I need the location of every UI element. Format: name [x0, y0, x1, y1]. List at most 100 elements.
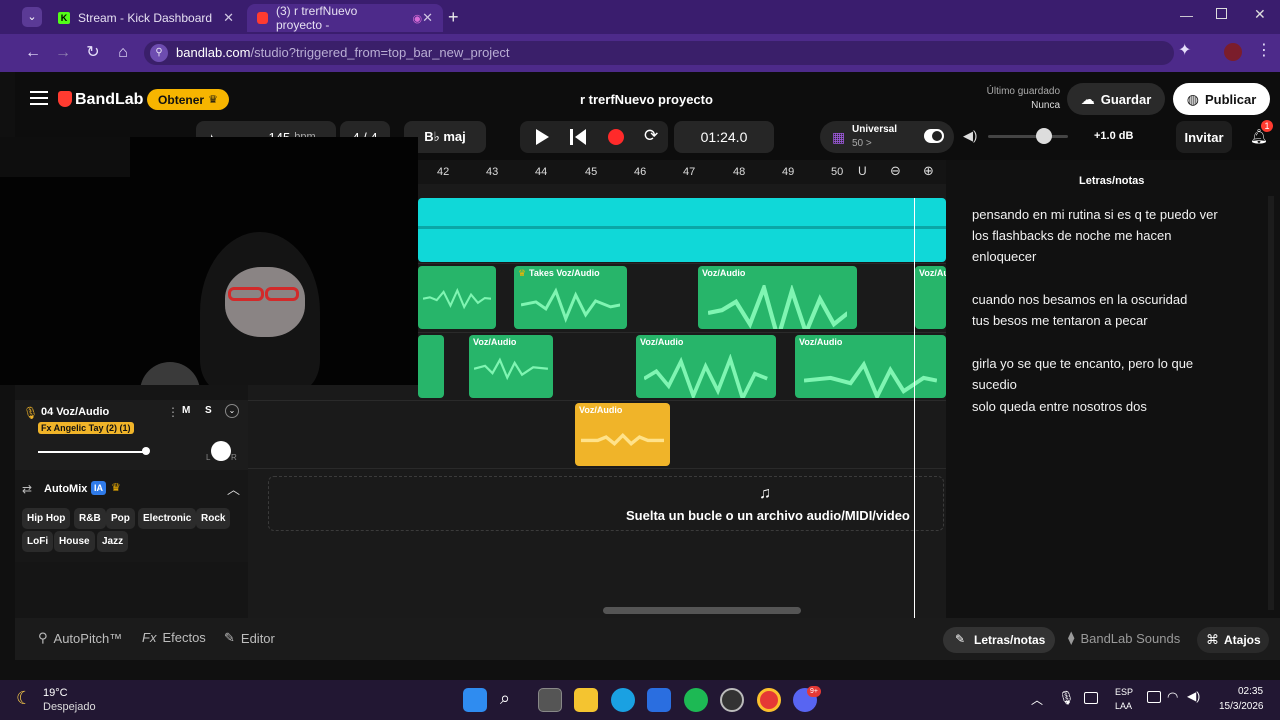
search-icon[interactable]: ⌕ — [500, 688, 510, 709]
solo-button[interactable]: S — [205, 405, 212, 416]
zoom-in-icon[interactable]: ⊕ — [923, 163, 934, 179]
invite-button[interactable]: Invitar — [1176, 121, 1232, 153]
collapse-icon[interactable]: ︿ — [227, 479, 240, 498]
close-icon[interactable]: ✕ — [223, 10, 234, 26]
close-icon[interactable]: ✕ — [422, 10, 433, 26]
zoom-out-icon[interactable]: ⊖ — [890, 163, 901, 179]
minimize-icon[interactable]: — — [1180, 8, 1193, 23]
tray-overflow-icon[interactable]: ︿ — [1031, 691, 1043, 708]
audio-clip[interactable]: Voz/Audio — [795, 335, 946, 398]
microphone-tray-icon[interactable]: 🎙︎ — [1058, 690, 1075, 706]
track-header-04[interactable]: 🎙︎ 04 Voz/Audio ⋮ M S ⌄ Fx Angelic Tay (… — [15, 400, 248, 470]
audio-clip-yellow[interactable]: Voz/Audio — [575, 403, 670, 466]
hamburger-menu-icon[interactable] — [30, 91, 48, 105]
project-title[interactable]: r trerfNuevo proyecto — [580, 92, 713, 107]
audio-clip[interactable] — [418, 266, 496, 329]
fx-badge[interactable]: Fx Angelic Tay (2) (1) — [38, 422, 134, 434]
tab-kick-dashboard[interactable]: K Stream - Kick Dashboard ✕ — [48, 4, 244, 32]
tab-search-icon[interactable]: ⌄ — [22, 7, 42, 27]
chevron-down-icon[interactable]: ⌄ — [225, 404, 239, 418]
store-icon[interactable] — [647, 688, 671, 712]
lyrics-line[interactable]: los flashbacks de noche me hacen — [972, 228, 1171, 243]
spotify-icon[interactable] — [684, 688, 708, 712]
drop-zone[interactable]: ♫ Suelta un bucle o un archivo audio/MID… — [268, 476, 944, 531]
genre-chip-rock[interactable]: Rock — [196, 508, 231, 529]
browser-menu-icon[interactable]: ⋮ — [1256, 40, 1272, 60]
task-view-icon[interactable] — [538, 688, 562, 712]
audio-clip[interactable]: Voz/Audio — [469, 335, 553, 398]
bandlab-sounds-button[interactable]: ⧫ BandLab Sounds — [1068, 630, 1180, 646]
mute-button[interactable]: M — [182, 405, 190, 416]
windows-start-icon[interactable] — [463, 688, 487, 712]
track-name[interactable]: 04 Voz/Audio — [41, 406, 109, 418]
editor-button[interactable]: ✎ Editor — [224, 630, 275, 646]
weather-temp[interactable]: 19°C — [43, 687, 68, 699]
lyrics-tab-button[interactable]: ✎ Letras/notas — [943, 627, 1055, 653]
chrome-icon[interactable] — [757, 688, 781, 712]
audio-clip[interactable]: Voz/Audio — [698, 266, 857, 329]
weather-moon-icon[interactable]: ☾ — [16, 688, 32, 709]
wifi-icon[interactable]: ◠ — [1167, 689, 1178, 705]
track-more-icon[interactable]: ⋮ — [167, 405, 179, 419]
timeline-ruler[interactable]: 42 43 44 45 46 47 48 49 50 U ⊖ ⊕ — [418, 160, 946, 184]
back-icon[interactable]: ← — [22, 42, 44, 64]
lyrics-line[interactable]: cuando nos besamos en la oscuridad — [972, 292, 1187, 307]
edge-icon[interactable] — [611, 688, 635, 712]
audio-clip-track1[interactable] — [418, 198, 946, 262]
get-membership-button[interactable]: Obtener ♛ — [147, 89, 229, 110]
reload-icon[interactable]: ↻ — [82, 42, 104, 64]
tab-bandlab-project[interactable]: (3) r trerfNuevo proyecto - ◉ ✕ — [247, 4, 443, 32]
clock-date[interactable]: 15/3/2026 — [1219, 701, 1264, 712]
lyrics-line[interactable]: sucedio — [972, 377, 1017, 392]
profile-avatar[interactable] — [1224, 43, 1242, 61]
preset-toggle[interactable] — [924, 129, 944, 143]
magnet-snap-icon[interactable]: U — [858, 164, 867, 178]
close-window-icon[interactable]: ✕ — [1254, 6, 1266, 23]
forward-icon[interactable]: → — [52, 42, 74, 64]
lyrics-line[interactable]: pensando en mi rutina si es q te puedo v… — [972, 207, 1218, 222]
track-volume-knob[interactable] — [142, 447, 150, 455]
language-indicator[interactable]: ESP — [1115, 687, 1133, 697]
genre-chip-hip-hop[interactable]: Hip Hop — [22, 508, 71, 529]
audio-clip[interactable]: Voz/Audio — [915, 266, 946, 329]
loop-icon[interactable]: ⟳ — [644, 126, 658, 146]
master-volume-slider[interactable] — [988, 128, 1068, 144]
lyrics-line[interactable]: tus besos me tentaron a pecar — [972, 313, 1148, 328]
lyrics-line[interactable]: enloquecer — [972, 249, 1036, 264]
genre-chip-lofi[interactable]: LoFi — [22, 531, 54, 552]
home-icon[interactable]: ⌂ — [112, 42, 134, 64]
genre-chip-house[interactable]: House — [54, 531, 95, 552]
genre-chip-electronic[interactable]: Electronic — [138, 508, 197, 529]
obs-icon[interactable] — [720, 688, 744, 712]
audio-clip[interactable] — [418, 335, 444, 398]
track-volume-slider[interactable] — [38, 451, 148, 453]
region-indicator[interactable]: LAA — [1115, 701, 1132, 711]
url-bar[interactable]: ⚲ bandlab.com/studio?triggered_from=top_… — [144, 41, 1174, 65]
horizontal-scrollbar[interactable] — [603, 607, 801, 614]
audio-clip-takes[interactable]: ♛ Takes Voz/Audio — [514, 266, 627, 329]
weather-desc[interactable]: Despejado — [43, 701, 96, 713]
lyrics-scrollbar[interactable] — [1268, 196, 1274, 610]
save-button[interactable]: ☁ Guardar — [1067, 83, 1165, 115]
display-tray-icon[interactable] — [1084, 692, 1098, 704]
preset-selector[interactable]: ▦ Universal 50 > — [820, 121, 954, 153]
network-icon[interactable] — [1147, 691, 1161, 703]
site-info-icon[interactable]: ⚲ — [150, 44, 168, 62]
new-tab-icon[interactable]: + — [448, 7, 466, 27]
effects-button[interactable]: Fx Efectos — [142, 630, 206, 645]
skip-back-icon[interactable] — [570, 129, 573, 145]
genre-chip-pop[interactable]: Pop — [106, 508, 135, 529]
play-icon[interactable] — [536, 129, 549, 145]
speaker-icon[interactable]: ◀) — [1187, 689, 1200, 703]
volume-knob[interactable] — [1036, 128, 1052, 144]
publish-button[interactable]: ◍ Publicar — [1173, 83, 1270, 115]
audio-clip[interactable]: Voz/Audio — [636, 335, 776, 398]
maximize-icon[interactable] — [1216, 8, 1227, 19]
genre-chip-jazz[interactable]: Jazz — [97, 531, 129, 552]
shortcuts-button[interactable]: ⌘ Atajos — [1197, 627, 1269, 653]
record-icon[interactable] — [608, 129, 624, 145]
playhead[interactable] — [914, 198, 915, 618]
file-explorer-icon[interactable] — [574, 688, 598, 712]
extensions-icon[interactable]: ✦ — [1178, 40, 1191, 60]
pan-knob[interactable] — [211, 441, 231, 461]
